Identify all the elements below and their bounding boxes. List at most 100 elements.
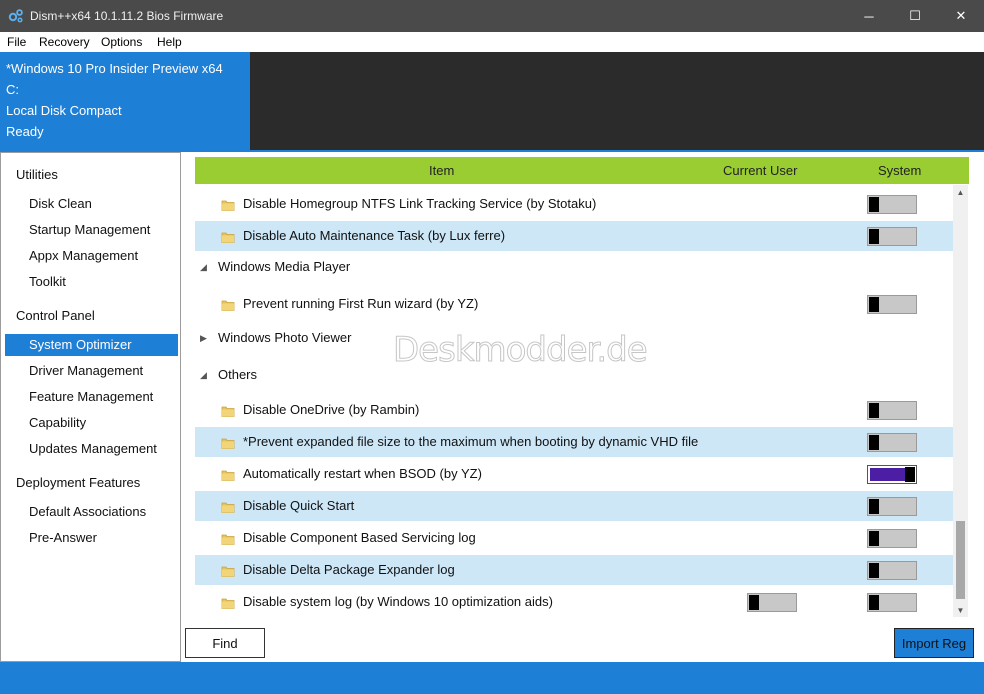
expand-arrow-icon[interactable]: ▶ [200, 333, 207, 344]
sidebar: Utilities Disk Clean Startup Management … [0, 152, 181, 662]
list-item[interactable]: Disable system log (by Windows 10 optimi… [195, 587, 953, 617]
system-toggle[interactable] [867, 529, 917, 548]
collapse-arrow-icon[interactable]: ◢ [200, 370, 207, 381]
nav-item-capability[interactable]: Capability [5, 412, 178, 434]
system-toggle[interactable] [867, 497, 917, 516]
import-reg-button[interactable]: Import Reg [894, 628, 974, 658]
nav-item-startup-management[interactable]: Startup Management [5, 219, 178, 241]
menu-bar: File Recovery Options Help [0, 32, 984, 52]
item-label: Disable Homegroup NTFS Link Tracking Ser… [243, 196, 597, 211]
nav-item-feature-management[interactable]: Feature Management [5, 386, 178, 408]
folder-icon [221, 470, 235, 481]
column-header-current-user[interactable]: Current User [723, 163, 797, 178]
status-bar [0, 662, 984, 694]
menu-file[interactable]: File [7, 35, 26, 49]
disk-type: Local Disk Compact [6, 103, 122, 118]
menu-help[interactable]: Help [157, 35, 182, 49]
nav-category-control-panel: Control Panel [16, 308, 95, 323]
nav-item-disk-clean[interactable]: Disk Clean [5, 193, 178, 215]
scroll-down-arrow-icon[interactable]: ▼ [953, 603, 968, 617]
item-label: Disable Component Based Servicing log [243, 530, 476, 545]
folder-icon [221, 566, 235, 577]
list-item[interactable]: Automatically restart when BSOD (by YZ) [195, 459, 953, 489]
toggle-knob [749, 595, 759, 610]
find-button[interactable]: Find [185, 628, 265, 658]
maximize-button[interactable]: ☐ [892, 0, 938, 32]
nav-item-appx-management[interactable]: Appx Management [5, 245, 178, 267]
list-item[interactable]: Disable Auto Maintenance Task (by Lux fe… [195, 221, 953, 251]
list-item[interactable]: Disable Homegroup NTFS Link Tracking Ser… [195, 189, 953, 219]
item-label: Disable OneDrive (by Rambin) [243, 402, 420, 417]
system-toggle[interactable] [867, 593, 917, 612]
column-header-system[interactable]: System [878, 163, 921, 178]
maximize-icon: ☐ [909, 8, 921, 23]
current-user-toggle[interactable] [747, 593, 797, 612]
session-status: Ready [6, 124, 44, 139]
item-label: Prevent running First Run wizard (by YZ) [243, 296, 479, 311]
toggle-knob [869, 499, 879, 514]
toggle-knob [869, 595, 879, 610]
list-header: Item Current User System [195, 157, 969, 184]
nav-item-updates-management[interactable]: Updates Management [5, 438, 178, 460]
list-item[interactable]: Disable Delta Package Expander log [195, 555, 953, 585]
item-label: Automatically restart when BSOD (by YZ) [243, 466, 482, 481]
folder-icon [221, 232, 235, 243]
os-name: *Windows 10 Pro Insider Preview x64 [6, 61, 223, 76]
folder-icon [221, 598, 235, 609]
collapse-arrow-icon[interactable]: ◢ [200, 262, 207, 273]
nav-item-toolkit[interactable]: Toolkit [5, 271, 178, 293]
list-item[interactable]: Prevent running First Run wizard (by YZ) [195, 289, 953, 319]
item-label: Disable Quick Start [243, 498, 355, 513]
column-header-item[interactable]: Item [429, 163, 454, 178]
group-label: Windows Photo Viewer [218, 330, 352, 345]
scroll-thumb[interactable] [956, 521, 965, 599]
system-toggle[interactable] [867, 433, 917, 452]
group-label: Others [218, 367, 258, 382]
system-toggle[interactable] [867, 227, 917, 246]
title-bar: Dism++x64 10.1.11.2 Bios Firmware ─ ☐ ✕ [0, 0, 984, 32]
system-toggle[interactable] [867, 561, 917, 580]
folder-icon [221, 438, 235, 449]
list-item[interactable]: *Prevent expanded file size to the maxim… [195, 427, 953, 457]
toggle-knob [869, 563, 879, 578]
toggle-fill [870, 468, 905, 481]
nav-item-system-optimizer[interactable]: System Optimizer [5, 334, 178, 356]
system-toggle[interactable] [867, 465, 917, 484]
folder-icon [221, 300, 235, 311]
minimize-button[interactable]: ─ [846, 0, 892, 32]
toggle-knob [869, 229, 879, 244]
folder-icon [221, 502, 235, 513]
watermark: Deskmodder.de [393, 330, 649, 371]
menu-recovery[interactable]: Recovery [39, 35, 90, 49]
window-title: Dism++x64 10.1.11.2 Bios Firmware [30, 9, 224, 23]
list-scrollbar[interactable]: ▲ ▼ [953, 185, 968, 617]
optimizer-list: Disable Homegroup NTFS Link Tracking Ser… [195, 185, 953, 617]
system-toggle[interactable] [867, 401, 917, 420]
close-icon: ✕ [955, 8, 967, 23]
list-item[interactable]: Disable OneDrive (by Rambin) [195, 395, 953, 425]
session-info-panel[interactable]: *Windows 10 Pro Insider Preview x64 C: L… [0, 52, 250, 150]
system-toggle[interactable] [867, 295, 917, 314]
nav-item-default-associations[interactable]: Default Associations [5, 501, 178, 523]
folder-icon [221, 406, 235, 417]
toggle-knob [869, 435, 879, 450]
drive-letter: C: [6, 82, 19, 97]
folder-icon [221, 200, 235, 211]
item-label: Disable Delta Package Expander log [243, 562, 455, 577]
group-header[interactable]: ◢ Windows Media Player [195, 253, 953, 281]
scroll-up-arrow-icon[interactable]: ▲ [953, 185, 968, 199]
system-toggle[interactable] [867, 195, 917, 214]
minimize-icon: ─ [864, 8, 874, 24]
nav-item-pre-answer[interactable]: Pre-Answer [5, 527, 178, 549]
session-area [250, 52, 984, 150]
menu-options[interactable]: Options [101, 35, 142, 49]
list-item[interactable]: Disable Component Based Servicing log [195, 523, 953, 553]
toggle-knob [869, 297, 879, 312]
list-item[interactable]: Disable Quick Start [195, 491, 953, 521]
folder-icon [221, 534, 235, 545]
toggle-knob [869, 197, 879, 212]
close-button[interactable]: ✕ [938, 0, 984, 32]
toggle-knob [905, 467, 915, 482]
item-label: Disable system log (by Windows 10 optimi… [243, 594, 553, 609]
nav-item-driver-management[interactable]: Driver Management [5, 360, 178, 382]
